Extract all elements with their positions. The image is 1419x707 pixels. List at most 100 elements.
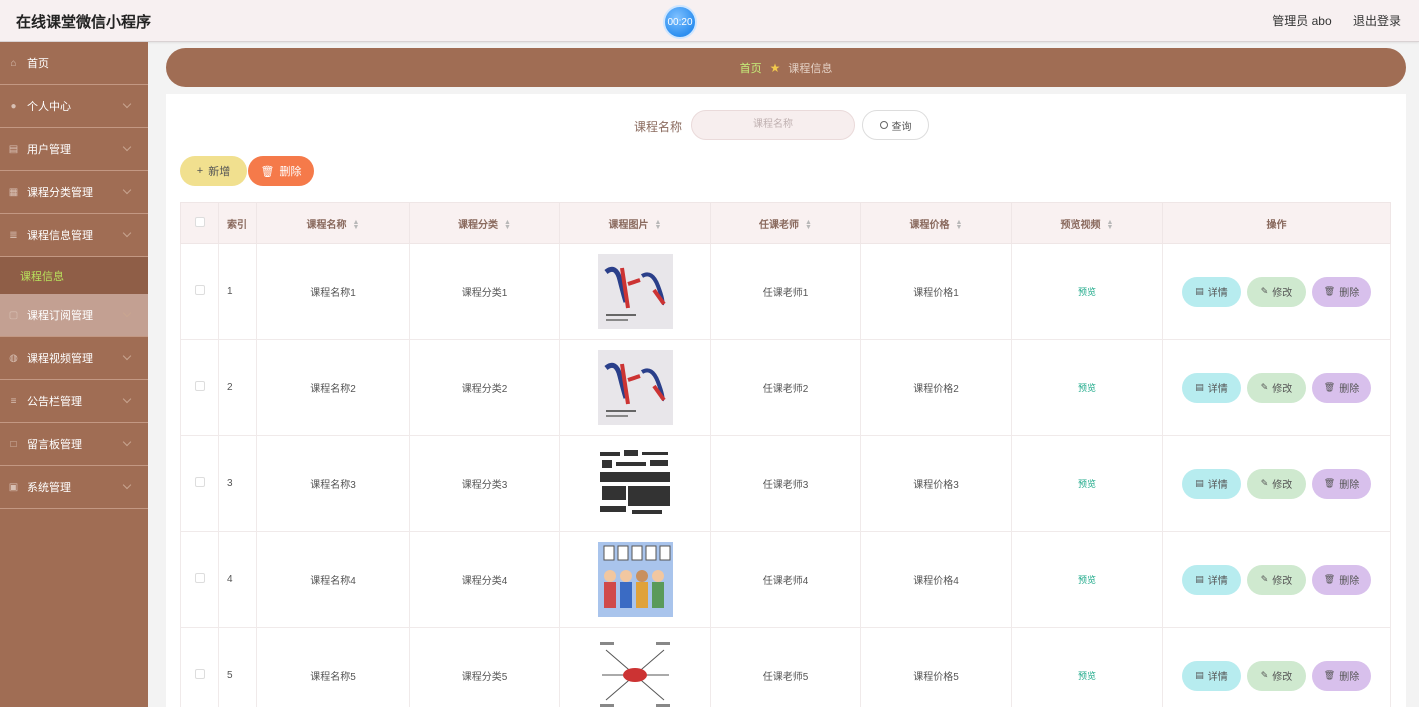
- frame-icon: ▢: [8, 309, 19, 321]
- column-header-preview[interactable]: 预览视频 ▲ ▼: [1011, 202, 1163, 244]
- detail-button[interactable]: ▤ 详情: [1182, 372, 1241, 403]
- preview-link[interactable]: 预览: [1078, 575, 1096, 585]
- sidebar-item-system[interactable]: ▣ 系统管理: [0, 466, 148, 509]
- chevron-down-icon: [122, 351, 132, 361]
- column-header-teacher[interactable]: 任课老师 ▲ ▼: [710, 202, 861, 244]
- sidebar-subitem-course-info[interactable]: 课程信息: [0, 257, 148, 294]
- price-cell: 课程价格5: [860, 627, 1012, 707]
- chevron-down-icon: [122, 394, 132, 404]
- course-name-cell: 课程名称4: [256, 531, 410, 628]
- home-icon: ⌂: [10, 57, 17, 69]
- document-icon: ▤: [1195, 670, 1204, 680]
- edit-button[interactable]: ✎ 修改: [1247, 564, 1306, 595]
- course-thumbnail: [597, 254, 673, 329]
- sidebar-item-profile[interactable]: ● 个人中心: [0, 85, 148, 128]
- preview-cell: 预览: [1011, 627, 1163, 707]
- teacher-cell: 任课老师1: [710, 243, 861, 340]
- course-name-cell: 课程名称1: [256, 243, 410, 340]
- column-header-category[interactable]: 课程分类 ▲ ▼: [409, 202, 560, 244]
- sidebar-item-home[interactable]: ⌂ 首页: [0, 42, 148, 85]
- sidebar-item-course-category[interactable]: ▦ 课程分类管理: [0, 171, 148, 214]
- sort-icon[interactable]: ▲ ▼: [805, 219, 812, 231]
- delete-button[interactable]: 🗑 删除: [1312, 468, 1371, 499]
- sort-icon[interactable]: ▲ ▼: [956, 219, 963, 231]
- detail-button[interactable]: ▤ 详情: [1182, 276, 1241, 307]
- delete-button[interactable]: 🗑 删除: [1312, 564, 1371, 595]
- document-icon: ▤: [1195, 286, 1204, 296]
- course-name-cell: 课程名称3: [256, 435, 410, 532]
- trash-icon: 🗑: [1323, 670, 1336, 680]
- plus-icon: +: [196, 165, 204, 177]
- search-input[interactable]: 课程名称: [691, 110, 855, 140]
- preview-link[interactable]: 预览: [1078, 383, 1096, 393]
- table-row: 5 课程名称5 课程分类5 任课老师5 课程价格5 预览 ▤ 详情 ✎ 修改 🗑 删除: [180, 627, 1391, 707]
- teacher-cell: 任课老师3: [710, 435, 861, 532]
- select-all-checkbox[interactable]: [180, 202, 219, 244]
- sidebar-item-notice[interactable]: ≡ 公告栏管理: [0, 380, 148, 423]
- delete-button[interactable]: 🗑 删除: [1312, 372, 1371, 403]
- sort-icon[interactable]: ▲ ▼: [504, 219, 511, 231]
- detail-button[interactable]: ▤ 详情: [1182, 564, 1241, 595]
- edit-button[interactable]: ✎ 修改: [1247, 276, 1306, 307]
- user-icon: ●: [10, 100, 17, 112]
- sort-icon[interactable]: ▲ ▼: [353, 219, 360, 231]
- batch-delete-button[interactable]: 🗑 删除: [248, 156, 314, 186]
- search-button[interactable]: 查询: [862, 110, 929, 140]
- sort-icon[interactable]: ▲ ▼: [1107, 219, 1114, 231]
- column-header-name[interactable]: 课程名称 ▲ ▼: [256, 202, 410, 244]
- sidebar-item-message[interactable]: □ 留言板管理: [0, 423, 148, 466]
- pencil-icon: ✎: [1260, 286, 1269, 296]
- row-checkbox[interactable]: [180, 435, 219, 532]
- sidebar-item-course-video[interactable]: ◍ 课程视频管理: [0, 337, 148, 380]
- column-header-price[interactable]: 课程价格 ▲ ▼: [860, 202, 1012, 244]
- edit-button[interactable]: ✎ 修改: [1247, 660, 1306, 691]
- actions-cell: ▤ 详情 ✎ 修改 🗑 删除: [1162, 243, 1391, 340]
- course-category-cell: 课程分类1: [409, 243, 560, 340]
- course-image-cell: [559, 531, 711, 628]
- row-index: 2: [218, 339, 257, 436]
- course-thumbnail: [597, 638, 673, 707]
- table-header-row: 索引 课程名称 ▲ ▼ 课程分类 ▲ ▼ 课程图片 ▲ ▼ 任课老师 ▲ ▼ 课程价格 ▲ ▼ 预览…: [180, 202, 1391, 244]
- preview-link[interactable]: 预览: [1078, 479, 1096, 489]
- trash-icon: 🗑: [260, 165, 275, 178]
- delete-button[interactable]: 🗑 删除: [1312, 276, 1371, 307]
- row-checkbox[interactable]: [180, 627, 219, 707]
- preview-cell: 预览: [1011, 339, 1163, 436]
- search-icon: [879, 121, 888, 129]
- row-checkbox[interactable]: [180, 339, 219, 436]
- sidebar-item-users[interactable]: ▤ 用户管理: [0, 128, 148, 171]
- document-icon: ▤: [1195, 574, 1204, 584]
- add-button[interactable]: + 新增: [180, 156, 247, 186]
- edit-button[interactable]: ✎ 修改: [1247, 468, 1306, 499]
- preview-link[interactable]: 预览: [1078, 671, 1096, 681]
- course-category-cell: 课程分类5: [409, 627, 560, 707]
- logout-link[interactable]: 退出登录: [1353, 14, 1401, 28]
- preview-cell: 预览: [1011, 531, 1163, 628]
- edit-button[interactable]: ✎ 修改: [1247, 372, 1306, 403]
- course-name-cell: 课程名称2: [256, 339, 410, 436]
- course-image-cell: [559, 339, 711, 436]
- table-row: 2 课程名称2 课程分类2 任课老师2 课程价格2 预览 ▤ 详情 ✎ 修改 🗑 删除: [180, 339, 1391, 436]
- settings-icon: ▣: [8, 481, 19, 493]
- course-category-cell: 课程分类4: [409, 531, 560, 628]
- sidebar-item-course-info[interactable]: ≣ 课程信息管理: [0, 214, 148, 257]
- detail-button[interactable]: ▤ 详情: [1182, 468, 1241, 499]
- main-content: 首页 ★ 课程信息 课程名称 课程名称 查询 + 新增 🗑 删除 索引 课程名称 ▲ ▼…: [166, 48, 1406, 707]
- breadcrumb-home[interactable]: 首页: [740, 60, 762, 76]
- preview-cell: 预览: [1011, 243, 1163, 340]
- stack-icon: ≣: [9, 229, 18, 241]
- detail-button[interactable]: ▤ 详情: [1182, 660, 1241, 691]
- row-checkbox[interactable]: [180, 531, 219, 628]
- row-index: 3: [218, 435, 257, 532]
- delete-button[interactable]: 🗑 删除: [1312, 660, 1371, 691]
- course-thumbnail: [597, 542, 673, 617]
- column-header-image[interactable]: 课程图片 ▲ ▼: [559, 202, 711, 244]
- row-checkbox[interactable]: [180, 243, 219, 340]
- preview-link[interactable]: 预览: [1078, 287, 1096, 297]
- square-icon: □: [10, 438, 17, 450]
- sort-icon[interactable]: ▲ ▼: [655, 219, 662, 231]
- sidebar: ⌂ 首页 ● 个人中心 ▤ 用户管理 ▦ 课程分类管理 ≣ 课程信息管理 课程信息 ▢ 课程…: [0, 42, 148, 707]
- column-header-index: 索引: [218, 202, 257, 244]
- price-cell: 课程价格2: [860, 339, 1012, 436]
- sidebar-item-course-subscription[interactable]: ▢ 课程订阅管理: [0, 294, 148, 337]
